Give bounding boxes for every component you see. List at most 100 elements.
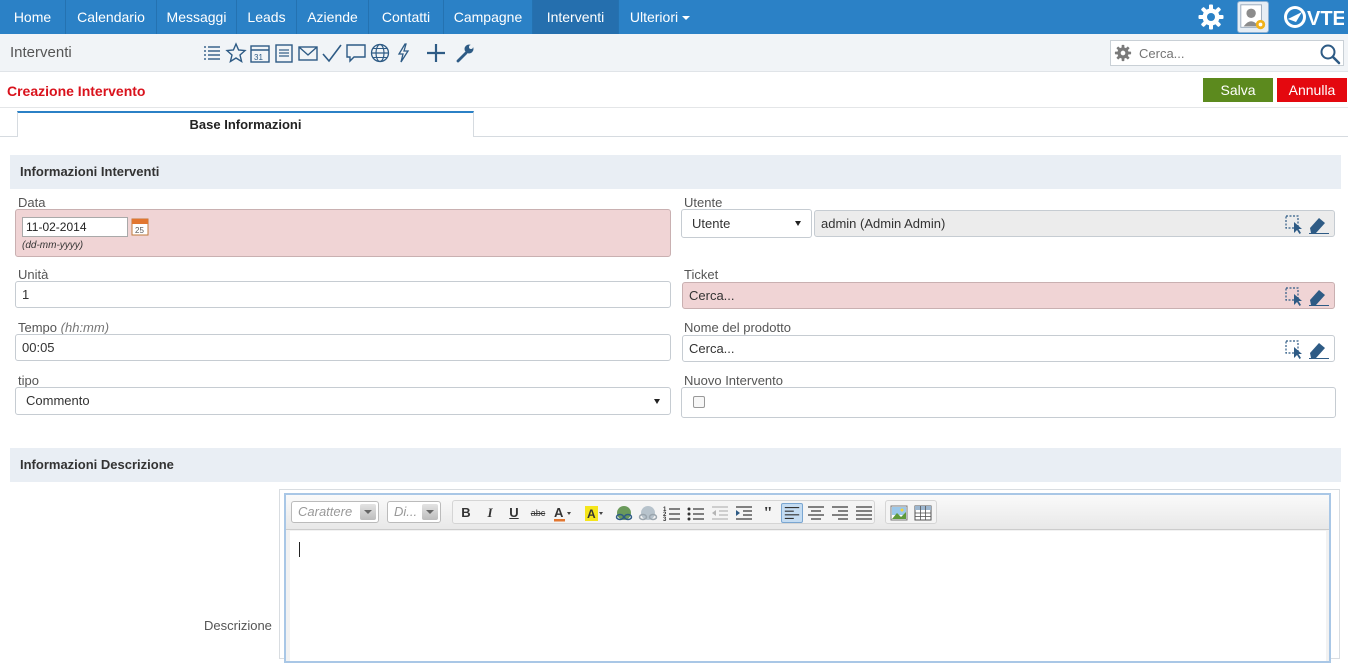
nav-aziende[interactable]: Aziende	[297, 0, 369, 34]
svg-text:A: A	[587, 507, 596, 521]
svg-text:A: A	[554, 505, 564, 520]
utente-type-select[interactable]: Utente	[681, 209, 812, 238]
strikethrough-button[interactable]: abc	[527, 503, 549, 523]
list-icon[interactable]	[201, 42, 223, 64]
nav-ulteriori[interactable]: Ulteriori	[619, 0, 701, 34]
module-title[interactable]: Interventi	[10, 44, 72, 61]
unita-input[interactable]: 1	[15, 281, 671, 308]
unita-label: Unità	[18, 267, 49, 282]
user-avatar-icon[interactable]	[1237, 1, 1269, 33]
outdent-icon[interactable]	[709, 503, 731, 523]
add-icon[interactable]	[425, 42, 447, 64]
align-left-icon[interactable]	[781, 503, 803, 523]
utente-type-value: Utente	[692, 216, 731, 231]
chevron-down-icon	[360, 504, 376, 520]
tempo-label: Tempo (hh:mm)	[18, 320, 109, 335]
utente-label: Utente	[684, 195, 723, 210]
utente-value-field[interactable]: admin (Admin Admin)	[814, 210, 1335, 237]
vte-logo-text: VTE	[1307, 8, 1344, 30]
chevron-down-icon	[422, 504, 438, 520]
nav-calendario[interactable]: Calendario	[66, 0, 157, 34]
nuovo-intervento-checkbox[interactable]	[693, 396, 705, 408]
align-justify-icon[interactable]	[853, 503, 875, 523]
save-button[interactable]: Salva	[1203, 78, 1273, 102]
calendar-icon[interactable]: 31	[249, 42, 271, 64]
globe-icon[interactable]	[369, 42, 391, 64]
comment-icon[interactable]	[345, 42, 367, 64]
unita-value: 1	[22, 287, 30, 302]
data-label: Data	[18, 195, 46, 210]
underline-button[interactable]: U	[503, 503, 525, 523]
nuovo-intervento-field	[681, 387, 1336, 418]
top-navbar: Home Calendario Messaggi Leads Aziende C…	[0, 0, 1348, 34]
tab-base-informazioni[interactable]: Base Informazioni	[17, 111, 474, 137]
font-family-combo[interactable]: Carattere	[291, 501, 379, 523]
module-toolbar: Interventi 31	[0, 34, 1348, 72]
search-settings-gear-icon[interactable]	[1114, 44, 1132, 62]
section-header-informazioni-interventi: Informazioni Interventi	[10, 155, 1341, 189]
italic-button[interactable]: I	[479, 503, 501, 523]
prodotto-field[interactable]: Cerca...	[682, 335, 1335, 362]
image-icon[interactable]	[888, 503, 910, 523]
nav-campagne[interactable]: Campagne	[444, 0, 533, 34]
blockquote-button[interactable]: "	[757, 503, 779, 523]
notepad-icon[interactable]	[273, 42, 295, 64]
align-right-icon[interactable]	[829, 503, 851, 523]
cancel-button[interactable]: Annulla	[1277, 78, 1347, 102]
table-icon[interactable]	[912, 503, 934, 523]
search-input[interactable]	[1139, 44, 1309, 62]
ticket-field[interactable]: Cerca...	[682, 282, 1335, 309]
align-center-icon[interactable]	[805, 503, 827, 523]
bold-button[interactable]: B	[455, 503, 477, 523]
settings-gear-icon[interactable]	[1198, 4, 1224, 30]
nav-ulteriori-label: Ulteriori	[629, 9, 679, 25]
calendar-picker-icon[interactable]: 25	[131, 216, 149, 236]
tempo-input[interactable]: 00:05	[15, 334, 671, 361]
tipo-select[interactable]: Commento	[15, 387, 671, 415]
highlight-color-icon[interactable]: A	[583, 503, 605, 523]
editor-toolbar: Carattere Di... B I U abc A A 1 2 3 "	[286, 495, 1329, 530]
unlink-icon[interactable]	[637, 503, 659, 523]
date-input[interactable]	[22, 217, 128, 237]
page-title: Creazione Intervento	[7, 83, 146, 99]
divider	[0, 107, 1348, 108]
mail-icon[interactable]	[297, 42, 319, 64]
indent-icon[interactable]	[733, 503, 755, 523]
wrench-icon[interactable]	[454, 42, 476, 64]
select-eraser-icons[interactable]	[1284, 214, 1330, 234]
data-field: 25 (dd-mm-yyyy)	[15, 209, 671, 257]
vte-logo-icon: VTE	[1284, 6, 1344, 30]
editor-text-area[interactable]	[290, 531, 1326, 661]
font-size-combo[interactable]: Di...	[387, 501, 441, 523]
text-cursor	[299, 542, 300, 557]
nav-interventi[interactable]: Interventi	[533, 0, 619, 34]
chevron-down-icon	[654, 399, 660, 404]
descrizione-label: Descrizione	[204, 618, 272, 633]
bullet-list-icon[interactable]	[685, 503, 707, 523]
checkmark-icon[interactable]	[321, 42, 343, 64]
nav-messaggi[interactable]: Messaggi	[157, 0, 237, 34]
svg-text:3: 3	[663, 517, 667, 523]
nuovo-intervento-label: Nuovo Intervento	[684, 373, 784, 388]
tempo-hint: (hh:mm)	[60, 320, 110, 335]
ticket-value: Cerca...	[689, 288, 735, 303]
star-icon[interactable]	[225, 42, 247, 64]
lightning-icon[interactable]	[393, 42, 415, 64]
tempo-value: 00:05	[22, 340, 55, 355]
nav-leads[interactable]: Leads	[237, 0, 297, 34]
link-icon[interactable]	[613, 503, 635, 523]
format-button-group: B I U abc A A 1 2 3 "	[452, 500, 875, 524]
numbered-list-icon[interactable]: 1 2 3	[661, 503, 683, 523]
tempo-label-text: Tempo	[18, 320, 58, 335]
prodotto-value: Cerca...	[689, 341, 735, 356]
text-color-icon[interactable]: A	[551, 503, 573, 523]
chevron-down-icon	[795, 221, 801, 226]
prodotto-label: Nome del prodotto	[684, 320, 791, 335]
select-eraser-icons[interactable]	[1284, 339, 1330, 359]
search-icon[interactable]	[1319, 43, 1341, 65]
nav-home[interactable]: Home	[0, 0, 66, 34]
nav-contatti[interactable]: Contatti	[369, 0, 444, 34]
select-eraser-icons[interactable]	[1284, 286, 1330, 306]
svg-text:25: 25	[135, 226, 144, 235]
date-format-hint: (dd-mm-yyyy)	[22, 240, 84, 251]
